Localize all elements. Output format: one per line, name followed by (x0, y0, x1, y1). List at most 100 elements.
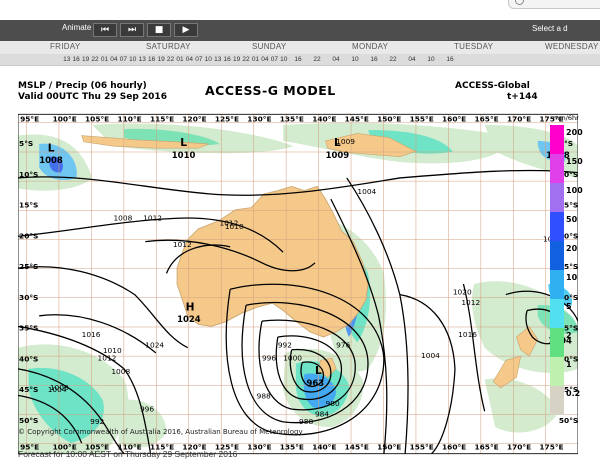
isobar-label: 1004 (48, 385, 67, 394)
legend-swatch (550, 299, 564, 328)
hour-cell[interactable]: 04 (185, 54, 194, 65)
hour-cell[interactable]: 04 (260, 54, 269, 65)
isobar-label: 1024 (145, 341, 164, 350)
hour-cell[interactable]: 22 (90, 54, 99, 65)
hour-cell[interactable]: 01 (175, 54, 184, 65)
stop-button[interactable]: ■ (147, 23, 171, 37)
isobar-label: 984 (315, 410, 329, 419)
legend-swatch (550, 241, 564, 270)
hour-cell[interactable]: 07 (194, 54, 203, 65)
legend-swatch (550, 183, 564, 212)
legend-swatch (550, 154, 564, 183)
hour-cell[interactable]: 16 (71, 54, 80, 65)
hour-cell[interactable]: 10 (128, 54, 137, 65)
hour-cell[interactable]: 04 (109, 54, 118, 65)
longitude-label: 165°E (474, 442, 498, 451)
hour-cell[interactable]: 16 (441, 54, 460, 65)
hour-cell[interactable]: 01 (251, 54, 260, 65)
legend-swatch (550, 357, 564, 386)
legend-level-label: 50 (566, 215, 578, 224)
legend-swatch (550, 125, 564, 154)
longitude-label: 165°E (474, 115, 498, 124)
hour-cell[interactable]: 07 (270, 54, 279, 65)
day-label[interactable]: WEDNESDAY (545, 42, 599, 51)
stop-icon: ■ (154, 25, 164, 35)
hour-cell[interactable]: 13 (213, 54, 222, 65)
day-label[interactable]: TUESDAY (454, 42, 493, 51)
legend-level-label: 150 (566, 157, 583, 166)
isobar-label: 996 (140, 404, 154, 413)
pressure-centre-letter: L (180, 137, 187, 149)
day-label[interactable]: SATURDAY (146, 42, 191, 51)
map-right-title: ACCESS-Global (455, 81, 530, 91)
isobar-label: 1020 (453, 288, 472, 297)
latitude-label: 25°S (19, 262, 38, 271)
latitude-label: 45°S (19, 385, 38, 394)
longitude-label: 145°E (345, 115, 369, 124)
hour-cell[interactable]: 19 (81, 54, 90, 65)
hour-selector-row: 13 16 19 22 01 04 07 10 13 16 19 22 01 04 07 10 13 16 19 22… (0, 54, 600, 66)
legend-unit: mm/6hr (553, 114, 579, 122)
hour-cell[interactable]: 16 (289, 54, 308, 65)
pressure-centre-value: 1024 (177, 314, 201, 324)
next-frame-button[interactable]: ⏭ (120, 23, 144, 37)
latitude-label: 40°S (19, 354, 38, 363)
legend-level-label: 100 (566, 186, 583, 195)
legend-level-label: 0.2 (566, 389, 581, 398)
play-icon: ▶ (182, 25, 190, 35)
isobar-label: 992 (90, 417, 104, 426)
hour-cell[interactable]: 07 (119, 54, 128, 65)
pressure-centre-value: 963 (306, 378, 324, 388)
longitude-label: 160°E (442, 442, 466, 451)
hour-cell[interactable]: 22 (384, 54, 403, 65)
longitude-label: 170°E (507, 115, 531, 124)
legend-level-label: 1 (566, 360, 572, 369)
isobar-label: 1004 (357, 187, 376, 196)
isobar-label: 1012 (173, 240, 192, 249)
hour-cell[interactable]: 22 (308, 54, 327, 65)
animate-label: Animate (62, 23, 92, 32)
legend-level-label: 20 (566, 244, 578, 253)
search-box[interactable] (508, 0, 600, 9)
lead-time: t+144 (507, 92, 538, 102)
play-button[interactable]: ▶ (174, 23, 198, 37)
hour-cell[interactable]: 22 (166, 54, 175, 65)
hour-cell[interactable]: 10 (346, 54, 365, 65)
select-date-label[interactable]: Select a d (532, 24, 568, 33)
hour-cell[interactable]: 10 (279, 54, 288, 65)
pressure-centre-value: 1008 (39, 155, 63, 165)
hour-cell[interactable]: 04 (403, 54, 422, 65)
hour-cell[interactable]: 13 (62, 54, 71, 65)
latitude-label: 35°S (19, 324, 38, 333)
isobar-label: 1016 (82, 330, 101, 339)
isobar-label: 1009 (336, 137, 355, 146)
hour-cell[interactable]: 10 (204, 54, 213, 65)
latitude-label: 20°S (19, 231, 38, 240)
latitude-label: 10°S (19, 170, 38, 179)
legend-level-label: 5 (566, 302, 572, 311)
hour-cell[interactable]: 16 (365, 54, 384, 65)
next-frame-icon: ⏭ (127, 25, 137, 35)
day-label[interactable]: FRIDAY (50, 42, 81, 51)
hour-cell[interactable]: 13 (138, 54, 147, 65)
hour-cell[interactable]: 19 (232, 54, 241, 65)
day-label[interactable]: SUNDAY (252, 42, 287, 51)
pressure-centre-letter: L (48, 142, 55, 154)
longitude-label: 150°E (377, 442, 401, 451)
hour-cell[interactable]: 22 (241, 54, 250, 65)
isobar-label: 1012 (98, 353, 117, 362)
longitude-label: 140°E (312, 115, 336, 124)
longitude-label: 155°E (410, 442, 434, 451)
hour-cell[interactable]: 10 (422, 54, 441, 65)
first-frame-button[interactable]: ⏮ (93, 23, 117, 37)
hour-cell[interactable]: 16 (147, 54, 156, 65)
hour-cell[interactable]: 19 (156, 54, 165, 65)
hour-cell[interactable]: 01 (100, 54, 109, 65)
hour-cell[interactable]: 16 (222, 54, 231, 65)
isobar-label: 1012 (220, 219, 239, 228)
first-frame-icon: ⏮ (100, 25, 110, 35)
day-label[interactable]: MONDAY (352, 42, 388, 51)
hour-cell[interactable]: 04 (327, 54, 346, 65)
animation-control-bar: Animate ⏮ ⏭ ■ ▶ Select a d (0, 20, 600, 41)
longitude-label: 155°E (410, 115, 434, 124)
